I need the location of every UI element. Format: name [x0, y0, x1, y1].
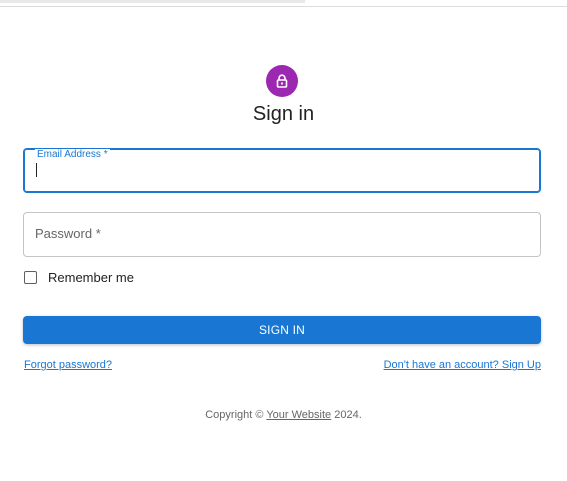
- copyright-prefix: Copyright ©: [205, 409, 267, 421]
- remember-me-label: Remember me: [48, 270, 134, 285]
- lock-icon: [276, 74, 288, 88]
- sign-up-link[interactable]: Don't have an account? Sign Up: [384, 359, 541, 371]
- sign-in-page: Sign in Email Address * Password * Remem…: [0, 0, 567, 481]
- copyright-suffix: 2024.: [331, 409, 362, 421]
- password-field[interactable]: Password *: [23, 212, 541, 257]
- email-field[interactable]: Email Address *: [23, 148, 541, 193]
- checkbox-icon[interactable]: [24, 271, 37, 284]
- password-field-label: Password *: [35, 226, 101, 241]
- forgot-password-link[interactable]: Forgot password?: [24, 359, 112, 371]
- page-title: Sign in: [252, 103, 315, 125]
- email-field-label: Email Address *: [35, 149, 110, 161]
- website-link[interactable]: Your Website: [266, 409, 331, 421]
- remember-me-checkbox[interactable]: Remember me: [24, 270, 134, 285]
- text-cursor: [36, 163, 37, 177]
- copyright-footer: Copyright © Your Website 2024.: [0, 409, 567, 421]
- sign-in-button[interactable]: SIGN IN: [23, 316, 541, 344]
- avatar: [266, 65, 298, 97]
